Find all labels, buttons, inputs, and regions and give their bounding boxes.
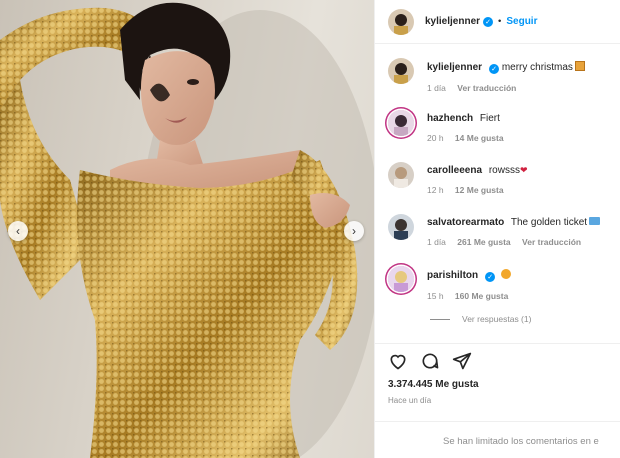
comment-likes[interactable]: 12 Me gusta xyxy=(455,185,504,195)
comment-item: carolleeena rowsss❤ 12 h 12 Me gusta xyxy=(388,162,528,195)
comment-text: rowsss xyxy=(488,165,520,176)
comment-time: 15 h xyxy=(427,291,444,301)
view-replies-button[interactable]: Ver respuestas (1) xyxy=(430,314,531,324)
next-image-button[interactable]: › xyxy=(344,221,364,241)
post-side-panel: kylieljenner ✓ • Seguir kylieljenner ✓ me… xyxy=(374,0,620,458)
ticket-emoji-icon xyxy=(589,217,601,225)
photo-illustration xyxy=(0,2,374,458)
caption-text: merry christmas xyxy=(501,62,573,73)
send-icon[interactable] xyxy=(452,351,472,374)
commenter-avatar[interactable] xyxy=(388,266,414,292)
translate-link[interactable]: Ver traducción xyxy=(522,237,581,247)
replies-divider xyxy=(430,318,450,320)
comment-text: The golden ticket xyxy=(510,217,588,228)
commenter-avatar[interactable] xyxy=(388,162,414,188)
comment-time: 20 h xyxy=(427,133,444,143)
comment-time: 12 h xyxy=(427,185,444,195)
caption-username[interactable]: kylieljenner xyxy=(427,62,482,73)
verified-badge-icon: ✓ xyxy=(489,64,500,74)
commenter-avatar[interactable] xyxy=(388,110,414,136)
comments-limited-notice: Se han limitado los comentarios en e xyxy=(375,421,620,458)
verified-badge-icon: ✓ xyxy=(483,16,494,27)
chevron-left-icon: ‹ xyxy=(16,224,20,238)
post-actions: 3.374.445 Me gusta Hace un día xyxy=(375,343,620,409)
commenter-username[interactable]: hazhench xyxy=(427,113,473,124)
caption-row: kylieljenner ✓ merry christmas 1 día Ver … xyxy=(388,58,585,93)
comment-likes[interactable]: 160 Me gusta xyxy=(455,291,508,301)
post-time: Hace un día xyxy=(388,396,432,405)
comment-item: hazhench Fiert 20 h 14 Me gusta xyxy=(388,110,513,143)
likes-count[interactable]: 3.374.445 Me gusta xyxy=(388,379,608,390)
heart-emoji-icon: ❤ xyxy=(519,165,528,175)
comment-likes[interactable]: 261 Me gusta xyxy=(457,237,510,247)
author-username[interactable]: kylieljenner xyxy=(425,16,480,27)
commenter-username[interactable]: parishilton xyxy=(427,270,478,281)
comment-text: Fiert xyxy=(479,113,500,124)
comment-icon[interactable] xyxy=(420,351,440,374)
commenter-username[interactable]: salvatorearmato xyxy=(427,217,504,228)
post-header: kylieljenner ✓ • Seguir xyxy=(375,0,620,44)
comment-likes[interactable]: 14 Me gusta xyxy=(455,133,504,143)
verified-badge-icon: ✓ xyxy=(485,272,496,282)
comment-time: 1 día xyxy=(427,237,446,247)
separator-dot: • xyxy=(498,16,502,27)
caption-avatar[interactable] xyxy=(388,58,414,84)
chevron-right-icon: › xyxy=(352,224,356,238)
replies-label: Ver respuestas (1) xyxy=(462,314,532,324)
comment-item: salvatorearmato The golden ticket 1 día … xyxy=(388,214,601,247)
heart-icon[interactable] xyxy=(388,351,408,374)
comment-item: parishilton ✓ 15 h 160 Me gusta xyxy=(388,266,517,301)
post-photo: ‹ › xyxy=(0,0,374,458)
previous-image-button[interactable]: ‹ xyxy=(8,221,28,241)
commenter-avatar[interactable] xyxy=(388,214,414,240)
author-avatar[interactable] xyxy=(388,8,414,35)
translate-link[interactable]: Ver traducción xyxy=(457,83,516,93)
commenter-username[interactable]: carolleeena xyxy=(427,165,482,176)
gift-emoji-icon xyxy=(574,61,585,71)
caption-time: 1 día xyxy=(427,83,446,93)
follow-button[interactable]: Seguir xyxy=(506,16,537,27)
smile-emoji-icon xyxy=(500,269,511,279)
